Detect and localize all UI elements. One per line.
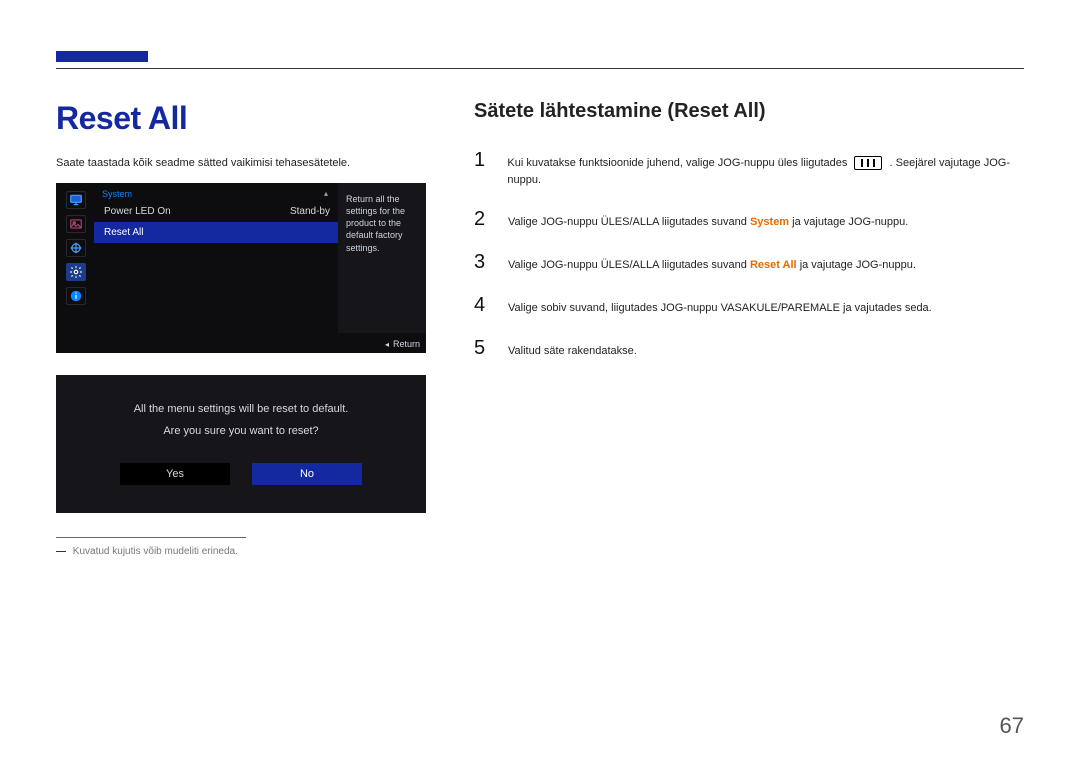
- footnote: ― Kuvatud kujutis võib mudeliti erineda.: [56, 546, 426, 557]
- osd-menu-screenshot: System ▴ Power LED On Stand-by Reset All…: [56, 183, 426, 353]
- step-text: Valige JOG-nuppu ÜLES/ALLA liigutades su…: [508, 257, 916, 274]
- osd-row-value: Stand-by: [290, 206, 330, 217]
- resize-icon: [66, 239, 86, 257]
- dialog-no-button: No: [252, 463, 362, 485]
- header-rule: [56, 68, 1024, 69]
- confirm-dialog-screenshot: All the menu settings will be reset to d…: [56, 375, 426, 513]
- footnote-rule: [56, 537, 246, 538]
- step-text: Valige JOG-nuppu ÜLES/ALLA liigutades su…: [508, 214, 908, 231]
- monitor-icon: [66, 191, 86, 209]
- step-text: Valige sobiv suvand, liigutades JOG-nupp…: [508, 300, 932, 317]
- header-accent-bar: [56, 51, 148, 62]
- subsection-title: Sätete lähtestamine (Reset All): [474, 100, 1024, 123]
- osd-return-label: Return: [385, 339, 420, 349]
- osd-sidebar: [62, 191, 90, 305]
- step-text: Valitud säte rakendatakse.: [508, 343, 637, 360]
- step-number: 3: [474, 251, 490, 274]
- step-number: 2: [474, 208, 490, 231]
- step-2: 2 Valige JOG-nuppu ÜLES/ALLA liigutades …: [474, 208, 1024, 231]
- step-4: 4 Valige sobiv suvand, liigutades JOG-nu…: [474, 294, 1024, 317]
- steps-list: 1 Kui kuvatakse funktsioonide juhend, va…: [474, 149, 1024, 360]
- dialog-yes-button: Yes: [120, 463, 230, 485]
- page-number: 67: [1000, 713, 1024, 739]
- settings-gear-icon: [66, 263, 86, 281]
- jog-menu-icon: [854, 156, 882, 170]
- dialog-line-2: Are you sure you want to reset?: [163, 425, 318, 437]
- keyword-system: System: [750, 216, 789, 228]
- intro-text: Saate taastada kõik seadme sätted vaikim…: [56, 157, 426, 169]
- osd-row-label: Power LED On: [104, 206, 171, 217]
- step-number: 4: [474, 294, 490, 317]
- footnote-dash: ―: [56, 546, 66, 557]
- picture-icon: [66, 215, 86, 233]
- osd-row-label: Reset All: [104, 227, 143, 238]
- step-1: 1 Kui kuvatakse funktsioonide juhend, va…: [474, 149, 1024, 188]
- keyword-reset-all: Reset All: [750, 259, 797, 271]
- section-title: Reset All: [56, 100, 426, 137]
- left-column: Reset All Saate taastada kõik seadme sät…: [56, 100, 426, 557]
- info-icon: [66, 287, 86, 305]
- step-number: 1: [474, 149, 489, 172]
- step-text: Kui kuvatakse funktsioonide juhend, vali…: [507, 155, 1024, 188]
- osd-pager-up-icon: ▴: [324, 189, 328, 198]
- step-number: 5: [474, 337, 490, 360]
- dialog-line-1: All the menu settings will be reset to d…: [134, 403, 349, 415]
- step-3: 3 Valige JOG-nuppu ÜLES/ALLA liigutades …: [474, 251, 1024, 274]
- step-5: 5 Valitud säte rakendatakse.: [474, 337, 1024, 360]
- page-content: Reset All Saate taastada kõik seadme sät…: [56, 100, 1024, 557]
- osd-help-panel: Return all the settings for the product …: [338, 183, 426, 333]
- footnote-text: Kuvatud kujutis võib mudeliti erineda.: [73, 546, 238, 557]
- dialog-buttons: Yes No: [120, 463, 362, 485]
- osd-body: System ▴ Power LED On Stand-by Reset All…: [94, 183, 426, 353]
- right-column: Sätete lähtestamine (Reset All) 1 Kui ku…: [474, 100, 1024, 557]
